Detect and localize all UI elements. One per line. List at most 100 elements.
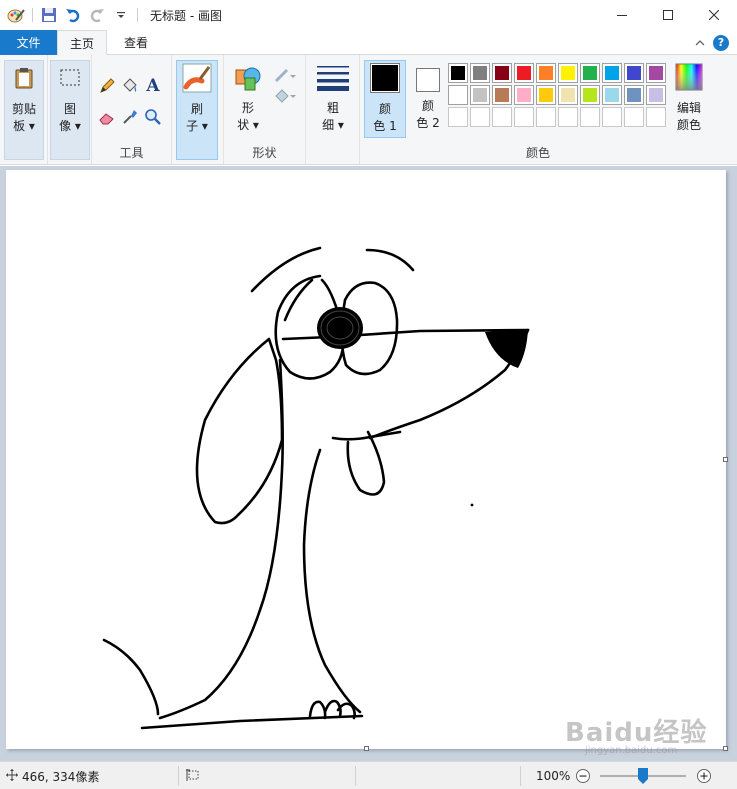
- color-swatch-fill: [627, 88, 641, 102]
- fill-bucket-icon[interactable]: [119, 75, 141, 97]
- color-swatch[interactable]: [448, 63, 468, 83]
- group-tools: A 工具: [92, 55, 172, 165]
- color-swatch-fill: [473, 110, 487, 124]
- qat-separator: [137, 8, 138, 22]
- collapse-ribbon-icon[interactable]: [695, 36, 705, 50]
- tab-file[interactable]: 文件: [0, 30, 57, 55]
- color-swatch-fill: [583, 88, 597, 102]
- status-bar: 466, 334像素 100%: [0, 761, 737, 789]
- color-picker-icon[interactable]: [119, 106, 141, 128]
- move-cursor-icon: [6, 768, 18, 784]
- color-swatch[interactable]: [448, 85, 468, 105]
- custom-color-swatch[interactable]: [514, 107, 534, 127]
- resize-handle-bottom[interactable]: [364, 746, 369, 751]
- maximize-button[interactable]: [645, 0, 691, 30]
- color-swatch-fill: [605, 110, 619, 124]
- color-swatch[interactable]: [492, 63, 512, 83]
- brushes-label: 刷: [190, 102, 203, 116]
- color2-label: 颜: [421, 99, 434, 113]
- color-swatch[interactable]: [558, 85, 578, 105]
- text-tool-icon[interactable]: A: [142, 75, 164, 97]
- custom-color-swatch[interactable]: [624, 107, 644, 127]
- save-icon[interactable]: [39, 5, 59, 25]
- color-swatch[interactable]: [470, 85, 490, 105]
- zoom-slider[interactable]: [598, 762, 690, 789]
- color-swatch-fill: [561, 66, 575, 80]
- canvas-workspace: [0, 166, 737, 761]
- tab-view[interactable]: 查看: [110, 30, 162, 55]
- color-swatch[interactable]: [470, 63, 490, 83]
- zoom-level-text: 100%: [536, 769, 571, 783]
- color-swatch-fill: [605, 88, 619, 102]
- custom-color-swatch[interactable]: [558, 107, 578, 127]
- pencil-icon[interactable]: [96, 75, 118, 97]
- color1-label: 颜: [378, 102, 391, 116]
- zoom-out-button[interactable]: [575, 762, 591, 789]
- dropdown-arrow-icon: ▾: [201, 119, 208, 133]
- brushes-button[interactable]: 刷 子 ▾: [176, 60, 218, 160]
- size-button[interactable]: 粗 细 ▾: [312, 60, 354, 160]
- baidu-watermark: Baidu经验 jingyan.baidu.com: [565, 712, 725, 760]
- dropdown-arrow-icon: ▾: [74, 119, 81, 133]
- shapes-label-2: 状: [237, 118, 250, 132]
- drawing-canvas[interactable]: [6, 170, 728, 751]
- color-swatch[interactable]: [602, 63, 622, 83]
- color-swatch-fill: [495, 110, 509, 124]
- cursor-position: 466, 334像素: [6, 762, 99, 789]
- title-bar: 无标题 - 画图: [0, 0, 737, 30]
- outline-icon[interactable]: [272, 65, 300, 87]
- color-swatch-fill: [561, 88, 575, 102]
- custom-color-swatch[interactable]: [646, 107, 666, 127]
- tab-home[interactable]: 主页: [57, 30, 107, 56]
- color-swatch[interactable]: [646, 63, 666, 83]
- color-swatch[interactable]: [536, 63, 556, 83]
- color-swatch[interactable]: [624, 85, 644, 105]
- color1-fill: [372, 65, 398, 91]
- custom-color-swatch[interactable]: [602, 107, 622, 127]
- undo-icon[interactable]: [63, 5, 83, 25]
- redo-icon[interactable]: [87, 5, 107, 25]
- magnifier-icon[interactable]: [142, 106, 164, 128]
- color-swatch-fill: [605, 66, 619, 80]
- window-controls: [599, 0, 737, 30]
- resize-handle-right[interactable]: [723, 457, 728, 462]
- dropdown-arrow-icon: ▾: [337, 118, 344, 132]
- cursor-position-text: 466, 334像素: [22, 769, 100, 784]
- color-swatch[interactable]: [580, 63, 600, 83]
- zoom-in-button[interactable]: [696, 762, 712, 789]
- zoom-slider-thumb[interactable]: [638, 768, 648, 784]
- color-swatch[interactable]: [536, 85, 556, 105]
- clipboard-button[interactable]: 剪贴 板 ▾: [4, 60, 44, 160]
- image-button[interactable]: 图 像 ▾: [50, 60, 90, 160]
- color-swatch[interactable]: [646, 85, 666, 105]
- custom-color-swatch[interactable]: [470, 107, 490, 127]
- color-swatch[interactable]: [580, 85, 600, 105]
- minimize-button[interactable]: [599, 0, 645, 30]
- color-swatch-fill: [649, 110, 663, 124]
- color-swatch[interactable]: [514, 85, 534, 105]
- color1-button[interactable]: 颜 色 1: [364, 60, 406, 138]
- help-icon[interactable]: ?: [713, 34, 729, 51]
- color-swatch[interactable]: [514, 63, 534, 83]
- dropdown-arrow-icon: ▾: [252, 118, 259, 132]
- custom-color-swatch[interactable]: [448, 107, 468, 127]
- close-button[interactable]: [691, 0, 737, 30]
- color-swatch[interactable]: [602, 85, 622, 105]
- paint-app-icon[interactable]: [6, 5, 26, 25]
- color-swatch[interactable]: [558, 63, 578, 83]
- color-swatch[interactable]: [624, 63, 644, 83]
- customize-qat-icon[interactable]: [111, 5, 131, 25]
- color-swatch-fill: [627, 110, 641, 124]
- dropdown-arrow-icon: ▾: [28, 119, 35, 133]
- edit-colors-label-2: 颜色: [676, 118, 701, 132]
- fill-icon[interactable]: [272, 85, 300, 107]
- custom-color-swatch[interactable]: [492, 107, 512, 127]
- color-swatch[interactable]: [492, 85, 512, 105]
- custom-color-swatch[interactable]: [536, 107, 556, 127]
- custom-color-swatch[interactable]: [580, 107, 600, 127]
- zoom-in-icon: [697, 769, 711, 783]
- watermark-text: Baidu经验: [565, 718, 708, 748]
- color2-button[interactable]: 颜 色 2: [408, 60, 448, 138]
- color-swatch-fill: [539, 110, 553, 124]
- eraser-icon[interactable]: [96, 106, 118, 128]
